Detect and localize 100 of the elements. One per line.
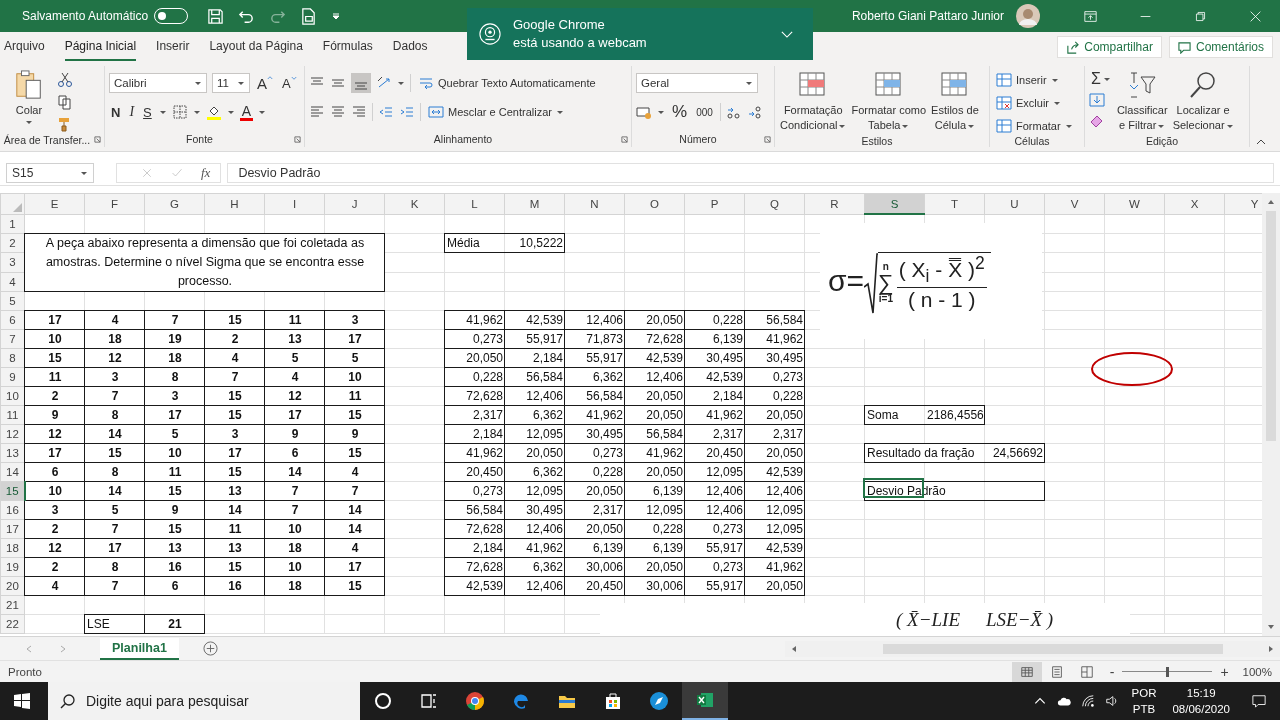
caret-icon[interactable] [192, 108, 201, 116]
dialog-launcher-icon[interactable] [764, 135, 771, 143]
column-header[interactable]: V [1044, 193, 1105, 214]
column-header[interactable]: X [1164, 193, 1225, 214]
dialog-launcher-icon[interactable] [94, 136, 101, 143]
row-header[interactable]: 1 [0, 214, 25, 234]
cortana-icon[interactable] [373, 691, 393, 711]
column-header[interactable]: E [24, 193, 85, 214]
collapse-ribbon-icon[interactable] [1256, 139, 1266, 145]
ribbon-tab[interactable]: Arquivo [4, 33, 45, 61]
caret-icon[interactable] [158, 108, 167, 116]
dialog-launcher-icon[interactable] [294, 135, 301, 143]
insert-function-button[interactable]: fx [201, 164, 211, 181]
customize-icon[interactable] [331, 11, 342, 21]
font-name-field[interactable]: Calibri [109, 73, 207, 93]
search-field[interactable]: Digite aqui para pesquisar [48, 682, 360, 720]
column-header[interactable]: K [384, 193, 445, 214]
column-header[interactable]: O [624, 193, 685, 214]
zoom-slider-thumb[interactable] [1166, 666, 1170, 677]
clock-time[interactable]: 15:19 [1186, 685, 1216, 701]
close-icon[interactable] [1249, 9, 1262, 23]
task-view-icon[interactable] [419, 691, 439, 711]
zoom-in-button[interactable]: + [1220, 663, 1229, 680]
ribbon-tab[interactable]: Dados [392, 33, 428, 61]
column-header[interactable]: Y [1224, 193, 1262, 214]
copy-icon[interactable] [57, 94, 73, 110]
cells-button[interactable]: Formatar [994, 118, 1075, 134]
column-header[interactable]: F [84, 193, 145, 214]
font-size-field[interactable]: 11 [212, 73, 250, 93]
ribbon-tab[interactable]: Layout da Página [209, 33, 303, 61]
cells-button[interactable]: Excluir [994, 95, 1063, 111]
column-header[interactable]: I [264, 193, 325, 214]
wifi-icon[interactable] [1080, 694, 1095, 708]
paste-button[interactable]: Colar [4, 68, 54, 128]
ribbon-display-icon[interactable] [1084, 9, 1097, 23]
column-header[interactable]: S [864, 193, 925, 214]
column-header[interactable]: H [204, 193, 265, 214]
clock-date[interactable]: 08/06/2020 [1172, 701, 1230, 717]
ribbon-tab[interactable]: Fórmulas [322, 33, 373, 61]
bold-button[interactable]: N [109, 104, 123, 120]
language-indicator[interactable]: POR [1131, 685, 1157, 701]
formula-input[interactable]: Desvio Padrão [227, 162, 1274, 183]
underline-button[interactable]: S [141, 104, 154, 120]
column-header[interactable]: G [144, 193, 205, 214]
compass-icon[interactable] [649, 691, 669, 711]
keyboard-layout[interactable]: PTB [1132, 701, 1156, 717]
chrome-icon[interactable] [465, 691, 485, 711]
column-header[interactable]: U [984, 193, 1045, 214]
editing-button[interactable]: Localizar e Selecionar [1171, 68, 1235, 135]
comments-button[interactable]: Comentários [1168, 36, 1273, 58]
caret-icon[interactable] [657, 108, 665, 116]
windows-logo-icon[interactable] [14, 693, 30, 709]
name-box[interactable]: S15 [6, 162, 94, 183]
zoom-out-button[interactable]: - [1109, 663, 1115, 680]
document-icon[interactable] [300, 7, 318, 25]
row-header[interactable]: 4 [0, 272, 25, 292]
cells-button[interactable]: Inserir [994, 72, 1061, 88]
share-button[interactable]: Compartilhar [1057, 36, 1162, 58]
column-header[interactable]: M [504, 193, 565, 214]
caret-icon[interactable] [397, 79, 405, 87]
borders-icon[interactable] [171, 104, 188, 120]
chevron-icon[interactable] [781, 30, 793, 38]
scissors-icon[interactable] [57, 72, 73, 88]
editing-button[interactable]: Classificar e Filtrar [1115, 68, 1169, 135]
percent-button[interactable]: % [670, 102, 690, 122]
fill-down-icon[interactable] [1089, 92, 1105, 108]
add-sheet-icon[interactable] [202, 641, 218, 656]
autosum-button[interactable]: Σ [1089, 70, 1113, 88]
italic-button[interactable]: I [127, 104, 137, 120]
save-icon[interactable] [207, 7, 225, 25]
grow-font-button[interactable]: A [255, 74, 275, 92]
avatar-icon[interactable] [1016, 4, 1040, 28]
currency-icon[interactable] [636, 104, 652, 120]
shrink-font-button[interactable]: A [280, 75, 299, 91]
caret-icon[interactable] [258, 108, 267, 116]
excel-taskbar-button[interactable] [682, 682, 728, 720]
column-header[interactable]: R [804, 193, 865, 214]
row-header[interactable]: 2 [0, 233, 25, 253]
font-color-button[interactable]: A [239, 103, 254, 121]
column-header[interactable]: N [564, 193, 625, 214]
dialog-launcher-icon[interactable] [621, 135, 628, 143]
restore-icon[interactable] [1194, 9, 1207, 23]
styles-button[interactable]: Estilos de Célula [930, 68, 980, 135]
caret-icon[interactable] [226, 108, 235, 116]
styles-button[interactable]: Formatar como Tabela [850, 68, 928, 135]
zoom-level[interactable]: 100% [1242, 665, 1272, 678]
normal-view-icon[interactable] [1011, 661, 1042, 682]
fill-color-icon[interactable] [205, 104, 222, 120]
thousands-button[interactable]: 000 [694, 106, 715, 118]
store-icon[interactable] [603, 691, 623, 711]
column-header[interactable]: J [324, 193, 385, 214]
wrap-text-button[interactable]: Quebrar Texto Automaticamente [416, 75, 598, 91]
sheet-tab[interactable]: Planilha1 [100, 637, 179, 660]
styles-button[interactable]: Formatação Condicional [779, 68, 848, 135]
ribbon-tab[interactable]: Inserir [156, 33, 190, 61]
number-format-field[interactable]: Geral [636, 73, 758, 93]
column-header[interactable]: P [684, 193, 745, 214]
column-header[interactable]: T [924, 193, 985, 214]
merge-center-button[interactable]: Mesclar e Centralizar [426, 104, 566, 120]
speaker-icon[interactable] [1104, 694, 1119, 708]
